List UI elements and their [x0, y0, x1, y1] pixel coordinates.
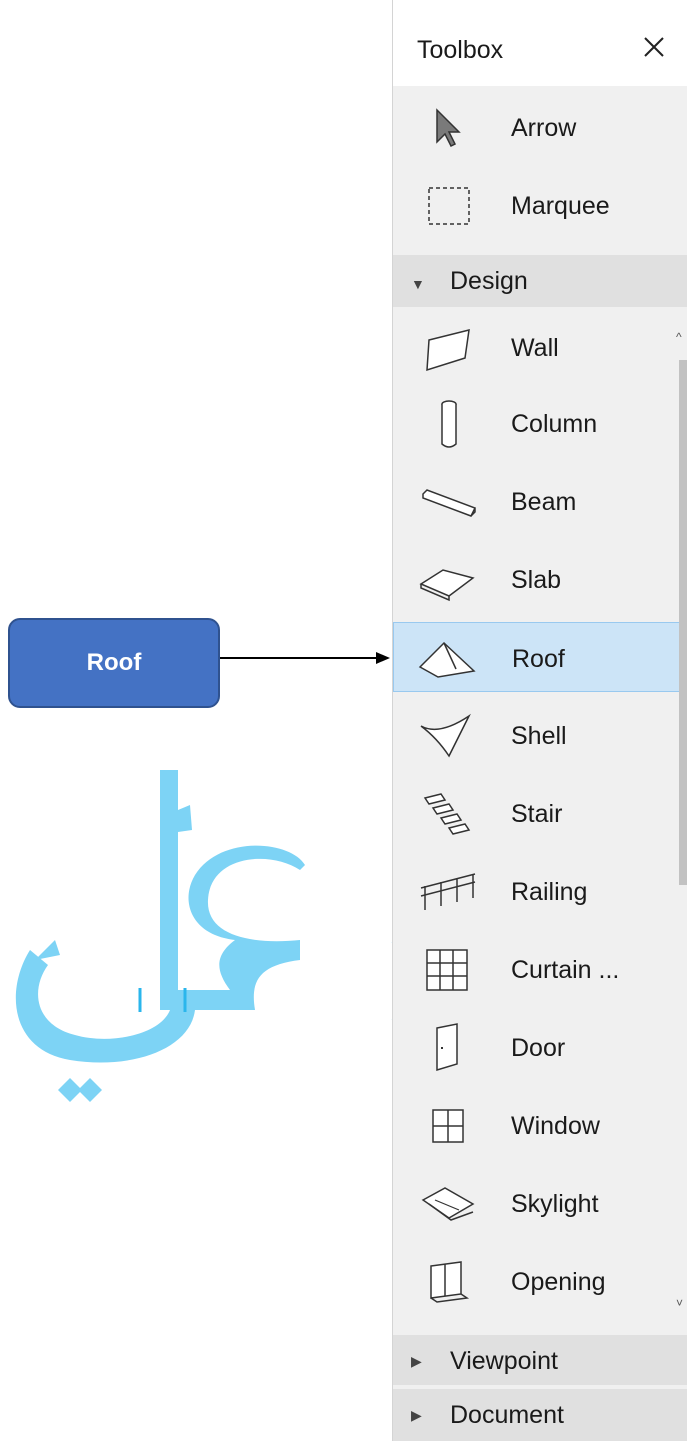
door-icon [436, 1023, 458, 1072]
tool-stair[interactable]: Stair [393, 776, 687, 852]
roof-callout-box: Roof [8, 618, 220, 708]
beam-icon [422, 489, 477, 517]
tool-railing[interactable]: Railing [393, 854, 687, 930]
curtain-wall-icon [426, 949, 468, 991]
collapsed-triangle-icon: ▶ [411, 1407, 422, 1423]
tool-label: Wall [511, 334, 559, 362]
tool-label: Marquee [511, 192, 610, 220]
toolbox-panel: Toolbox Arrow Marquee ▼ Design Wall Colu… [392, 0, 687, 1441]
collapsed-triangle-icon: ▶ [411, 1353, 422, 1369]
tool-marquee[interactable]: Marquee [393, 168, 687, 244]
stair-icon [423, 793, 471, 835]
tool-skylight[interactable]: Skylight [393, 1166, 687, 1242]
section-label: Document [450, 1401, 564, 1429]
arrow-cursor-icon [436, 108, 461, 148]
tool-label: Skylight [511, 1190, 599, 1218]
tool-roof[interactable]: Roof [393, 622, 687, 692]
expanded-triangle-icon: ▼ [411, 276, 425, 292]
scroll-down-icon[interactable]: ˅ [676, 1296, 683, 1310]
tool-column[interactable]: Column [393, 386, 687, 462]
opening-icon [430, 1261, 470, 1303]
marquee-icon [428, 187, 470, 225]
column-icon [441, 400, 457, 448]
tool-opening[interactable]: Opening [393, 1244, 687, 1320]
callout-label: Roof [86, 649, 142, 676]
tool-door[interactable]: Door [393, 1010, 687, 1086]
tool-label: Window [511, 1112, 600, 1140]
slab-icon [419, 569, 475, 602]
watermark-logo [15, 770, 410, 1102]
tool-label: Curtain ... [511, 956, 620, 984]
toolbox-title: Toolbox [417, 36, 504, 64]
scroll-up-icon[interactable]: ^ [676, 330, 682, 344]
tool-arrow[interactable]: Arrow [393, 90, 687, 166]
tool-label: Door [511, 1034, 566, 1062]
tool-label: Column [511, 410, 598, 438]
tool-wall[interactable]: Wall [393, 310, 687, 386]
section-design[interactable]: ▼ Design [393, 255, 687, 307]
wall-icon [426, 329, 470, 372]
callout-arrow-icon [220, 652, 390, 664]
tool-label: Shell [511, 722, 567, 750]
railing-icon [420, 873, 476, 910]
tool-label: Roof [512, 645, 565, 673]
skylight-icon [421, 1187, 475, 1221]
section-viewpoint[interactable]: ▶ Viewpoint [393, 1335, 687, 1385]
tool-label: Railing [511, 878, 588, 906]
tool-label: Beam [511, 488, 577, 516]
tool-beam[interactable]: Beam [393, 464, 687, 540]
tool-label: Arrow [511, 114, 577, 142]
shell-icon [420, 713, 471, 758]
window-icon [432, 1109, 464, 1143]
tool-label: Stair [511, 800, 563, 828]
tool-curtain-wall[interactable]: Curtain ... [393, 932, 687, 1008]
section-document[interactable]: ▶ Document [393, 1389, 687, 1441]
close-icon[interactable] [639, 32, 669, 62]
roof-icon [418, 641, 476, 678]
tool-slab[interactable]: Slab [393, 542, 687, 618]
section-label: Viewpoint [450, 1347, 558, 1375]
tool-window[interactable]: Window [393, 1088, 687, 1164]
scrollbar-thumb[interactable] [679, 360, 687, 885]
tool-label: Opening [511, 1268, 606, 1296]
section-label: Design [450, 267, 528, 295]
tool-label: Slab [511, 566, 562, 594]
toolbox-header: Toolbox [393, 6, 687, 86]
tool-shell[interactable]: Shell [393, 698, 687, 774]
